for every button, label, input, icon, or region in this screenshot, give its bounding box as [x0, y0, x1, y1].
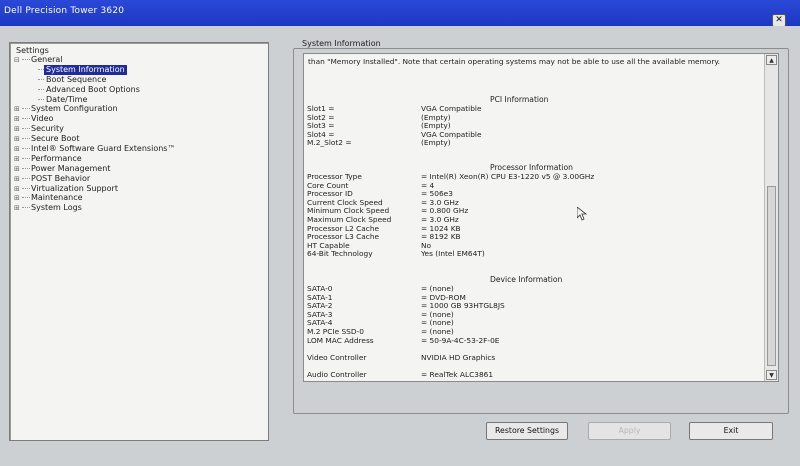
bios-screen: Dell Precision Tower 3620 ✕ Settings ⊟ Ge… — [0, 0, 800, 466]
tree-connector — [22, 118, 30, 120]
row-key: LOM MAC Address — [307, 335, 374, 345]
tree-item-label: Secure Boot — [31, 134, 80, 144]
tree-item-label: POST Behavior — [31, 173, 91, 183]
video-controller-row: Video Controller NVIDIA HD Graphics — [307, 353, 747, 362]
main-area: Settings ⊟ General System Information Boot … — [0, 26, 800, 466]
tree-item-post-behavior[interactable]: ⊞ POST Behavior — [10, 174, 268, 184]
tree-item-boot-sequence[interactable]: Boot Sequence — [10, 75, 268, 85]
tree-connector — [22, 157, 30, 159]
tree-item-system-logs[interactable]: ⊞ System Logs — [10, 203, 268, 213]
apply-button[interactable]: Apply — [588, 422, 671, 440]
tree-item-date-time[interactable]: Date/Time — [10, 95, 268, 105]
tree-connector — [22, 128, 30, 130]
tree-item-label: Virtualization Support — [31, 183, 118, 193]
info-row: LOM MAC Address = 50-9A-4C-53-2F-0E — [307, 336, 747, 345]
tree-connector — [22, 148, 30, 150]
tree-item-label: System Information — [44, 64, 127, 75]
info-panel: than "Memory Installed". Note that certa… — [303, 53, 779, 382]
device-section-title: Device Information — [490, 275, 563, 284]
tree-connector — [22, 197, 30, 199]
row-value: = 50-9A-4C-53-2F-0E — [421, 335, 500, 345]
tree-item-label: System Logs — [31, 203, 82, 213]
tree-connector — [38, 78, 44, 80]
tree-item-power-management[interactable]: ⊞ Power Management — [10, 164, 268, 174]
row-value: Yes (Intel EM64T) — [421, 249, 485, 259]
expand-icon[interactable]: ⊞ — [14, 204, 22, 214]
memory-note: than "Memory Installed". Note that certa… — [308, 57, 721, 66]
restore-settings-button[interactable]: Restore Settings — [486, 422, 568, 440]
pci-section-title: PCI Information — [490, 95, 549, 104]
tree-item-intel-software-guard-extensions[interactable]: ⊞ Intel® Software Guard Extensions™ — [10, 144, 268, 154]
tree-item-video[interactable]: ⊞ Video — [10, 114, 268, 124]
tree-item-label: Video — [31, 114, 54, 124]
tree-connector — [38, 98, 44, 100]
tree-connector — [22, 108, 30, 110]
tree-item-maintenance[interactable]: ⊞ Maintenance — [10, 193, 268, 203]
tree-connector — [22, 207, 30, 209]
row-key: 64-Bit Technology — [307, 249, 373, 259]
row-value: = RealTek ALC3861 — [421, 370, 494, 379]
settings-tree: Settings ⊟ General System Information Boot … — [9, 42, 269, 441]
tree-item-label: Power Management — [31, 163, 111, 173]
tree-item-label: General — [31, 55, 63, 64]
tree-item-performance[interactable]: ⊞ Performance — [10, 154, 268, 164]
tree-item-label: Maintenance — [31, 193, 83, 203]
tree-item-label: Date/Time — [46, 94, 88, 104]
tree-item-system-information[interactable]: System Information — [10, 64, 268, 75]
row-key: Audio Controller — [307, 370, 367, 379]
window-title: Dell Precision Tower 3620 — [4, 6, 125, 16]
tree-root-label: Settings — [16, 46, 49, 55]
tree-connector — [22, 187, 30, 189]
tree-connector — [22, 59, 30, 60]
tree-item-virtualization-support[interactable]: ⊞ Virtualization Support — [10, 184, 268, 194]
tree-item-label: Boot Sequence — [46, 74, 107, 84]
group-title: System Information — [300, 39, 383, 48]
scroll-up-icon[interactable]: ▲ — [766, 55, 777, 65]
tree-item-advanced-boot-options[interactable]: Advanced Boot Options — [10, 85, 268, 95]
tree-connector — [22, 177, 30, 179]
audio-controller-row: Audio Controller = RealTek ALC3861 — [307, 370, 747, 379]
tree-item-label: Security — [31, 124, 64, 134]
processor-section-title: Processor Information — [490, 163, 573, 172]
row-key: Video Controller — [307, 353, 367, 362]
tree-list: ⊟ General System Information Boot Sequence A… — [10, 55, 268, 213]
tree-item-system-configuration[interactable]: ⊞ System Configuration — [10, 104, 268, 114]
row-value: NVIDIA HD Graphics — [421, 353, 496, 362]
tree-item-label: System Configuration — [31, 104, 118, 114]
title-bar: Dell Precision Tower 3620 ✕ — [0, 0, 800, 27]
tree-item-general[interactable]: ⊟ General — [10, 55, 268, 65]
tree-connector — [38, 88, 44, 90]
exit-button[interactable]: Exit — [689, 422, 773, 440]
tree-item-secure-boot[interactable]: ⊞ Secure Boot — [10, 134, 268, 144]
tree-connector — [22, 167, 30, 169]
tree-item-label: Advanced Boot Options — [46, 84, 140, 94]
tree-item-security[interactable]: ⊞ Security — [10, 124, 268, 134]
info-scrollbar[interactable]: ▲ ▼ — [764, 54, 778, 381]
scroll-thumb[interactable] — [767, 186, 776, 366]
row-key: M.2_Slot2 = — [307, 138, 352, 148]
info-row: M.2_Slot2 = (Empty) — [307, 138, 747, 147]
info-row: 64-Bit Technology Yes (Intel EM64T) — [307, 249, 747, 258]
tree-item-label: Performance — [31, 153, 82, 163]
tree-connector — [22, 138, 30, 140]
tree-item-label: Intel® Software Guard Extensions™ — [31, 144, 176, 154]
scroll-down-icon[interactable]: ▼ — [766, 370, 777, 380]
info-content: than "Memory Installed". Note that certa… — [306, 56, 762, 379]
mouse-cursor-icon — [577, 207, 587, 221]
row-value: (Empty) — [421, 138, 451, 148]
